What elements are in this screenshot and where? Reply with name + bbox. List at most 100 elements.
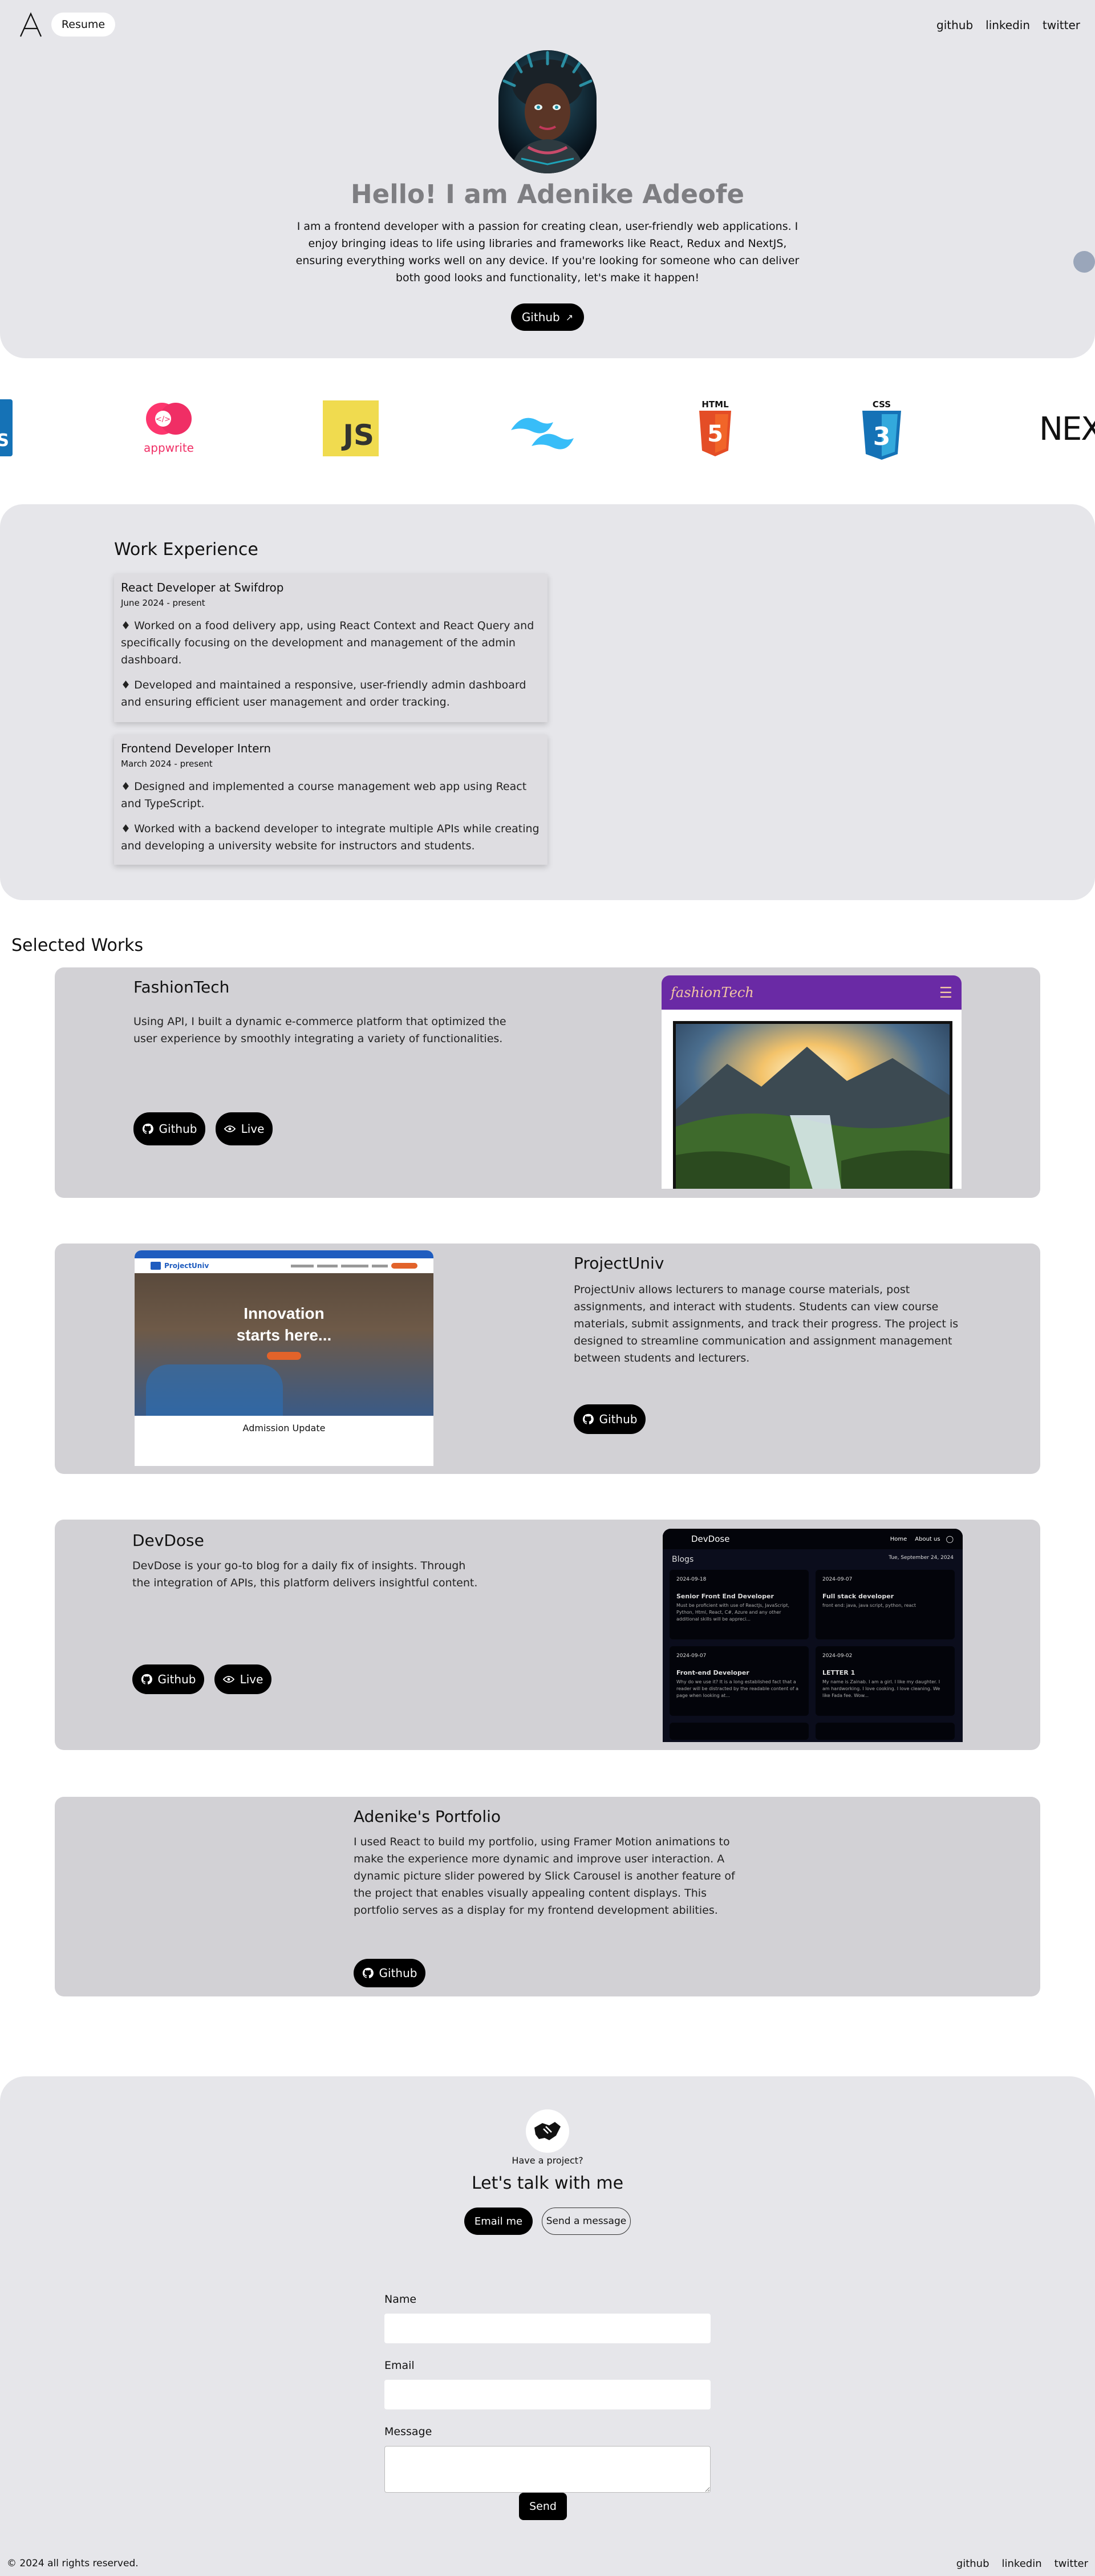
job-date: June 2024 - present [121,598,205,608]
arrow-up-right-icon: ↗ [565,311,574,323]
message-field[interactable] [384,2446,711,2493]
project-github-button[interactable]: Github [574,1404,646,1434]
job-card: React Developer at Swifdrop June 2024 - … [114,574,548,722]
devdose-blog-header: Blogs Tue, September 24, 2024 [663,1549,963,1570]
fashiontech-screenshot: fashionTech ☰ [662,975,962,1189]
have-project-text: Have a project? [512,2155,583,2166]
eye-icon [224,1125,236,1132]
css-label: CSS [872,399,891,410]
scroll-indicator-dot[interactable] [1073,251,1095,273]
project-github-button[interactable]: Github [132,1664,204,1694]
send-button[interactable]: Send [519,2493,567,2520]
projectuniv-footer: Admission Update [242,1423,326,1433]
hero-github-button[interactable]: Github ↗ [511,303,584,331]
project-description: DevDose is your go-to blog for a daily f… [132,1560,478,1589]
javascript-logo-icon: JS [323,400,379,456]
html-label: HTML [701,399,729,410]
project-live-button[interactable]: Live [214,1664,271,1694]
appwrite-label: appwrite [144,441,194,455]
send-message-button[interactable]: Send a message [542,2208,631,2235]
github-label: Github [159,1122,197,1136]
projectuniv-brand: ProjectUniv [164,1262,209,1270]
profile-avatar [498,50,597,173]
tech-logo-strip: S </> appwrite JS HTML 5 CSS 3 NEX [0,388,1095,468]
footer-link-twitter[interactable]: twitter [1055,2558,1088,2570]
resume-button[interactable]: Resume [51,13,115,37]
github-icon [582,1413,594,1424]
hero-title: Hello! I am Adenike Adeofe [351,179,744,209]
name-field[interactable] [384,2314,711,2343]
projectuniv-hero-title: Innovation starts here... [135,1303,433,1346]
email-field[interactable] [384,2380,711,2409]
devdose-screenshot: DevDose Home About us ◯ Blogs Tue, Septe… [663,1529,963,1742]
devdose-date: Tue, September 24, 2024 [889,1555,954,1561]
devdose-brand: DevDose [691,1534,730,1544]
footer-link-linkedin[interactable]: linkedin [1002,2558,1042,2570]
project-title: FashionTech [133,978,230,997]
nav-link-twitter[interactable]: twitter [1043,18,1080,32]
devdose-blog-card-partial [670,1723,809,1740]
projectuniv-navbar: ProjectUniv [135,1258,433,1273]
github-icon [362,1967,374,1978]
project-description: I used React to build my portfolio, usin… [354,1836,735,1917]
github-icon [142,1123,153,1134]
site-logo[interactable] [17,11,44,39]
project-title: DevDose [132,1531,204,1550]
devdose-blog-card: 2024-09-02 LETTER 1 My name is Zainab. I… [816,1646,955,1716]
footer-link-github[interactable]: github [956,2558,989,2570]
message-label: Message [384,2425,432,2438]
experience-heading: Work Experience [114,540,258,560]
card-date: 2024-09-18 [676,1577,707,1582]
devdose-blog-card-partial [816,1723,955,1740]
top-nav: github linkedin twitter [936,18,1080,32]
avatar-illustration [498,50,597,173]
svg-text:</>: </> [156,415,171,424]
card-date: 2024-09-02 [822,1653,853,1659]
project-live-button[interactable]: Live [216,1112,273,1145]
card-date: 2024-09-07 [822,1577,853,1582]
hero-line: Innovation [244,1305,325,1322]
nav-link-linkedin[interactable]: linkedin [986,18,1030,32]
project-github-button[interactable]: Github [133,1112,205,1145]
card-date: 2024-09-07 [676,1653,707,1659]
card-title: Front-end Developer [676,1669,749,1676]
project-title: Adenike's Portfolio [354,1807,501,1826]
handshake-icon [526,2109,569,2153]
live-label: Live [240,1672,263,1686]
works-heading: Selected Works [11,935,144,955]
html5-logo-icon: HTML 5 [697,399,733,459]
email-me-button[interactable]: Email me [464,2208,533,2235]
github-label: Github [157,1672,196,1686]
hero-intro-line: I am a frontend developer with a passion… [297,220,798,233]
nav-link-github[interactable]: github [936,18,973,32]
card-title: Senior Front End Developer [676,1593,774,1600]
project-github-button[interactable]: Github [354,1959,425,1987]
fashiontech-navbar: fashionTech ☰ [662,975,962,1010]
github-label: Github [599,1412,638,1426]
name-label: Name [384,2293,417,2306]
contact-heading: Let's talk with me [471,2173,624,2193]
projectuniv-topbar [135,1250,433,1258]
footer-copyright: © 2024 all rights reserved. [7,2558,139,2569]
hero-intro: I am a frontend developer with a passion… [262,218,833,286]
html-number: 5 [707,421,723,447]
devdose-blog-card: 2024-09-18 Senior Front End Developer Mu… [670,1570,809,1639]
devdose-section-title: Blogs [672,1555,694,1564]
github-label: Github [379,1966,417,1980]
live-label: Live [241,1122,265,1136]
hero-intro-line: both good looks and functionality, let's… [395,272,700,284]
js-label: JS [343,419,374,452]
css-number: 3 [873,422,891,451]
job-bullet: ♦ Worked on a food delivery app, using R… [121,619,534,666]
github-icon [141,1674,152,1684]
job-bullet: ♦ Worked with a backend developer to int… [121,823,540,852]
appwrite-logo-icon: </> appwrite [140,400,197,457]
projectuniv-hero: Innovation starts here... [135,1273,433,1416]
hero-intro-line: ensuring everything works well on any de… [295,254,800,267]
card-title: LETTER 1 [822,1669,855,1676]
card-text: front end: java, java script, python, re… [822,1603,916,1608]
job-card: Frontend Developer Intern March 2024 - p… [114,735,548,865]
job-date: March 2024 - present [121,759,213,769]
next-label: NEX [1039,411,1095,448]
tailwind-logo-icon [505,408,579,454]
